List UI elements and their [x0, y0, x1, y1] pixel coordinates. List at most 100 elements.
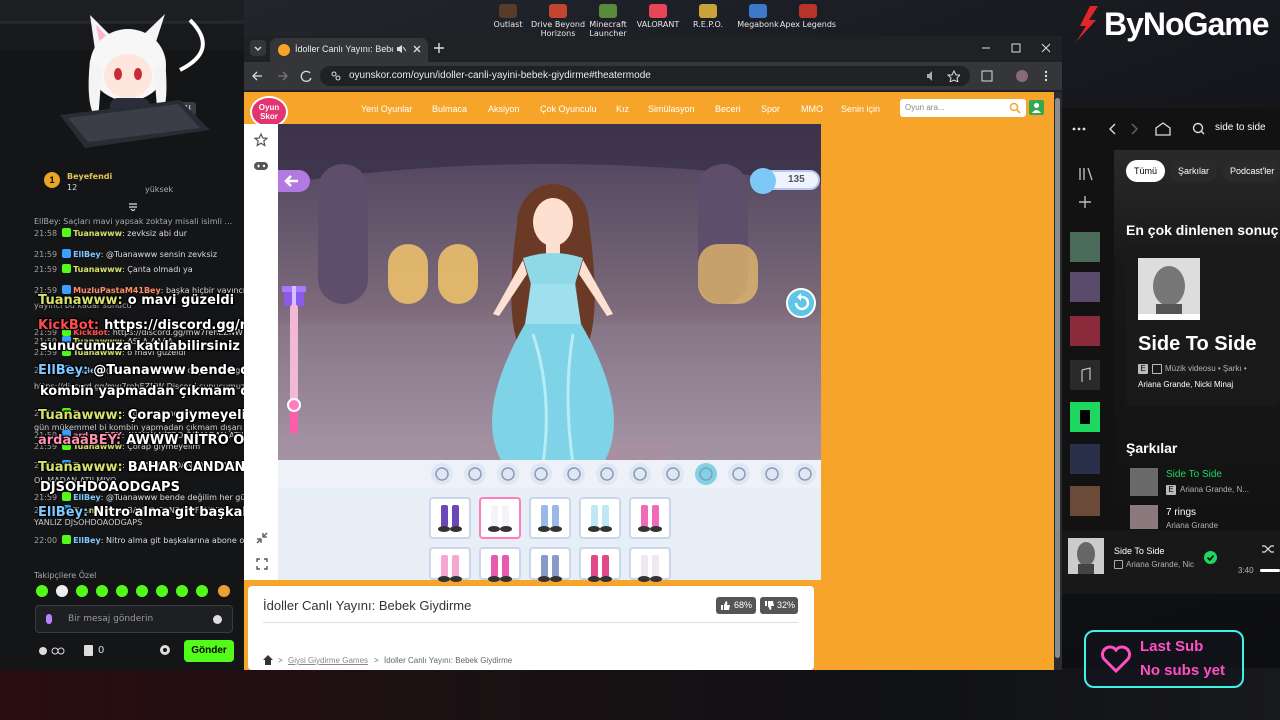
- send-button[interactable]: Gönder: [184, 640, 234, 662]
- nav-link[interactable]: Spor: [761, 104, 780, 114]
- category-dress-icon[interactable]: [530, 463, 552, 485]
- home-icon[interactable]: [263, 655, 273, 665]
- category-head-icon[interactable]: [497, 463, 519, 485]
- shoe-item[interactable]: [629, 547, 671, 582]
- song-title[interactable]: Side To Side: [1166, 469, 1222, 480]
- top-supporter-name: Beyefendi: [67, 172, 113, 181]
- tab-muted-icon[interactable]: [396, 44, 406, 54]
- nav-link[interactable]: Aksiyon: [488, 104, 520, 114]
- now-playing-title[interactable]: Side To Side: [1114, 546, 1164, 556]
- category-socks-icon[interactable]: [662, 463, 684, 485]
- like-button[interactable]: 68%: [716, 597, 756, 614]
- song-artist[interactable]: Ariana Grande, N...: [1180, 485, 1278, 494]
- user-badge-icon: [62, 535, 72, 544]
- category-bag-icon[interactable]: [629, 463, 651, 485]
- shuffle-icon[interactable]: [1262, 544, 1274, 554]
- scrollbar-thumb[interactable]: [1055, 98, 1060, 658]
- address-bar-actions[interactable]: [926, 70, 960, 82]
- category-face-icon[interactable]: [431, 463, 453, 485]
- shoe-item[interactable]: [529, 547, 571, 582]
- chip-podcasts[interactable]: Podcast'ler: [1222, 160, 1280, 182]
- tab-list-icon[interactable]: [250, 40, 266, 56]
- spotify-search-text[interactable]: side to side: [1215, 122, 1266, 133]
- search-icon[interactable]: [1009, 102, 1021, 114]
- browser-tab-active[interactable]: İdoller Canlı Yayını: Bebek Gi: [270, 38, 428, 62]
- top-result-title[interactable]: Side To Side: [1138, 333, 1257, 356]
- site-search-input[interactable]: Oyun ara...: [900, 99, 1026, 117]
- emoji-icon[interactable]: [213, 615, 222, 624]
- nav-link[interactable]: Simülasyon: [648, 104, 695, 114]
- now-playing-artist[interactable]: Ariana Grande, Nic: [1126, 560, 1194, 569]
- nav-link[interactable]: MMO: [801, 104, 823, 114]
- mic-icon[interactable]: [46, 614, 52, 624]
- nav-link[interactable]: Çok Oyunculu: [540, 104, 597, 114]
- chat-extra-line: gün mükemmel bi kombin yapmadan çıkmam d…: [34, 423, 243, 432]
- nav-link[interactable]: Senin için: [841, 104, 880, 114]
- progress-slider[interactable]: [287, 304, 301, 434]
- doll-character[interactable]: [463, 174, 643, 504]
- emote-row[interactable]: [34, 584, 234, 598]
- favorite-star-icon[interactable]: [254, 133, 268, 147]
- gamepad-icon[interactable]: [253, 160, 269, 172]
- chat-username[interactable]: Tuanawww: [73, 265, 122, 274]
- wallet-icon[interactable]: [84, 645, 93, 656]
- tab-close-icon[interactable]: [412, 44, 422, 54]
- nav-link[interactable]: Beceri: [715, 104, 741, 114]
- desktop-icon-apex[interactable]: Apex Legends: [776, 4, 840, 29]
- breadcrumb-category-link[interactable]: Giysi Giydirme Games: [288, 656, 368, 665]
- category-crown-icon[interactable]: [728, 463, 750, 485]
- category-hair-icon[interactable]: [464, 463, 486, 485]
- nav-buttons[interactable]: [252, 69, 314, 83]
- shoe-item[interactable]: [479, 547, 521, 582]
- window-controls[interactable]: [980, 43, 1050, 53]
- shoe-item[interactable]: [579, 497, 621, 539]
- saved-check-icon[interactable]: [1204, 551, 1217, 564]
- category-top-icon[interactable]: [563, 463, 585, 485]
- address-bar[interactable]: oyunskor.com/oyun/idoller-canli-yayini-b…: [320, 66, 970, 86]
- nav-link[interactable]: Bulmaca: [432, 104, 467, 114]
- playback-time: 3:40: [1238, 566, 1254, 575]
- dislike-button[interactable]: 32%: [760, 597, 798, 614]
- collapse-icon[interactable]: [128, 203, 138, 211]
- user-account-icon[interactable]: [1029, 100, 1044, 115]
- chat-message: 21:59 EllBey: @Tuanawww sensin zevksiz: [34, 249, 217, 260]
- category-shoe-icon[interactable]: [695, 463, 717, 485]
- shoe-item[interactable]: [429, 547, 471, 582]
- chat-username[interactable]: Tuanawww: [73, 229, 122, 238]
- fullscreen-icon[interactable]: [256, 558, 268, 570]
- site-info-icon[interactable]: [331, 71, 341, 81]
- shoe-item[interactable]: [579, 547, 621, 582]
- nav-link[interactable]: Kız: [616, 104, 629, 114]
- overlay-chat-line: Tuanawww: Çorap giymeyelim: [38, 408, 260, 423]
- chat-username[interactable]: EllBey: [73, 536, 101, 545]
- shoe-item[interactable]: [429, 497, 471, 539]
- shoe-item[interactable]: [529, 497, 571, 539]
- likes-count: 135: [788, 174, 805, 185]
- shoe-item[interactable]: [629, 497, 671, 539]
- category-wings-icon[interactable]: [794, 463, 816, 485]
- overlay-username: Tuanawww:: [38, 408, 123, 423]
- reset-icon[interactable]: [786, 288, 816, 318]
- top-result-artists[interactable]: Ariana Grande, Nicki Minaj: [1138, 380, 1233, 389]
- playback-progress-bar[interactable]: [1260, 569, 1280, 572]
- shrink-icon[interactable]: [256, 532, 268, 544]
- settings-gear-icon[interactable]: [158, 643, 172, 657]
- shoe-item[interactable]: [479, 497, 521, 539]
- chat-message-input[interactable]: Bir mesaj gönderin: [35, 605, 233, 633]
- category-skirt-icon[interactable]: [596, 463, 618, 485]
- reply-preview: EllBey: Saçları mavi yapsak zoktay misal…: [34, 217, 233, 226]
- user-badge-icon: [62, 228, 72, 237]
- category-mask-icon[interactable]: [761, 463, 783, 485]
- back-arrow-button[interactable]: [278, 170, 310, 192]
- nav-link[interactable]: Yeni Oyunlar: [361, 104, 412, 114]
- extensions-profile-menu[interactable]: [980, 69, 1050, 83]
- chat-username[interactable]: EllBey: [73, 250, 101, 259]
- new-tab-icon[interactable]: [433, 42, 445, 54]
- song-artist[interactable]: Ariana Grande: [1166, 521, 1218, 530]
- points-icon[interactable]: [38, 645, 66, 657]
- chip-songs[interactable]: Şarkılar: [1170, 160, 1218, 182]
- song-title[interactable]: 7 rings: [1166, 507, 1196, 518]
- now-playing-cover[interactable]: [1068, 538, 1104, 574]
- chat-timestamp: 21:59: [34, 265, 58, 274]
- chip-all[interactable]: Tümü: [1126, 160, 1166, 182]
